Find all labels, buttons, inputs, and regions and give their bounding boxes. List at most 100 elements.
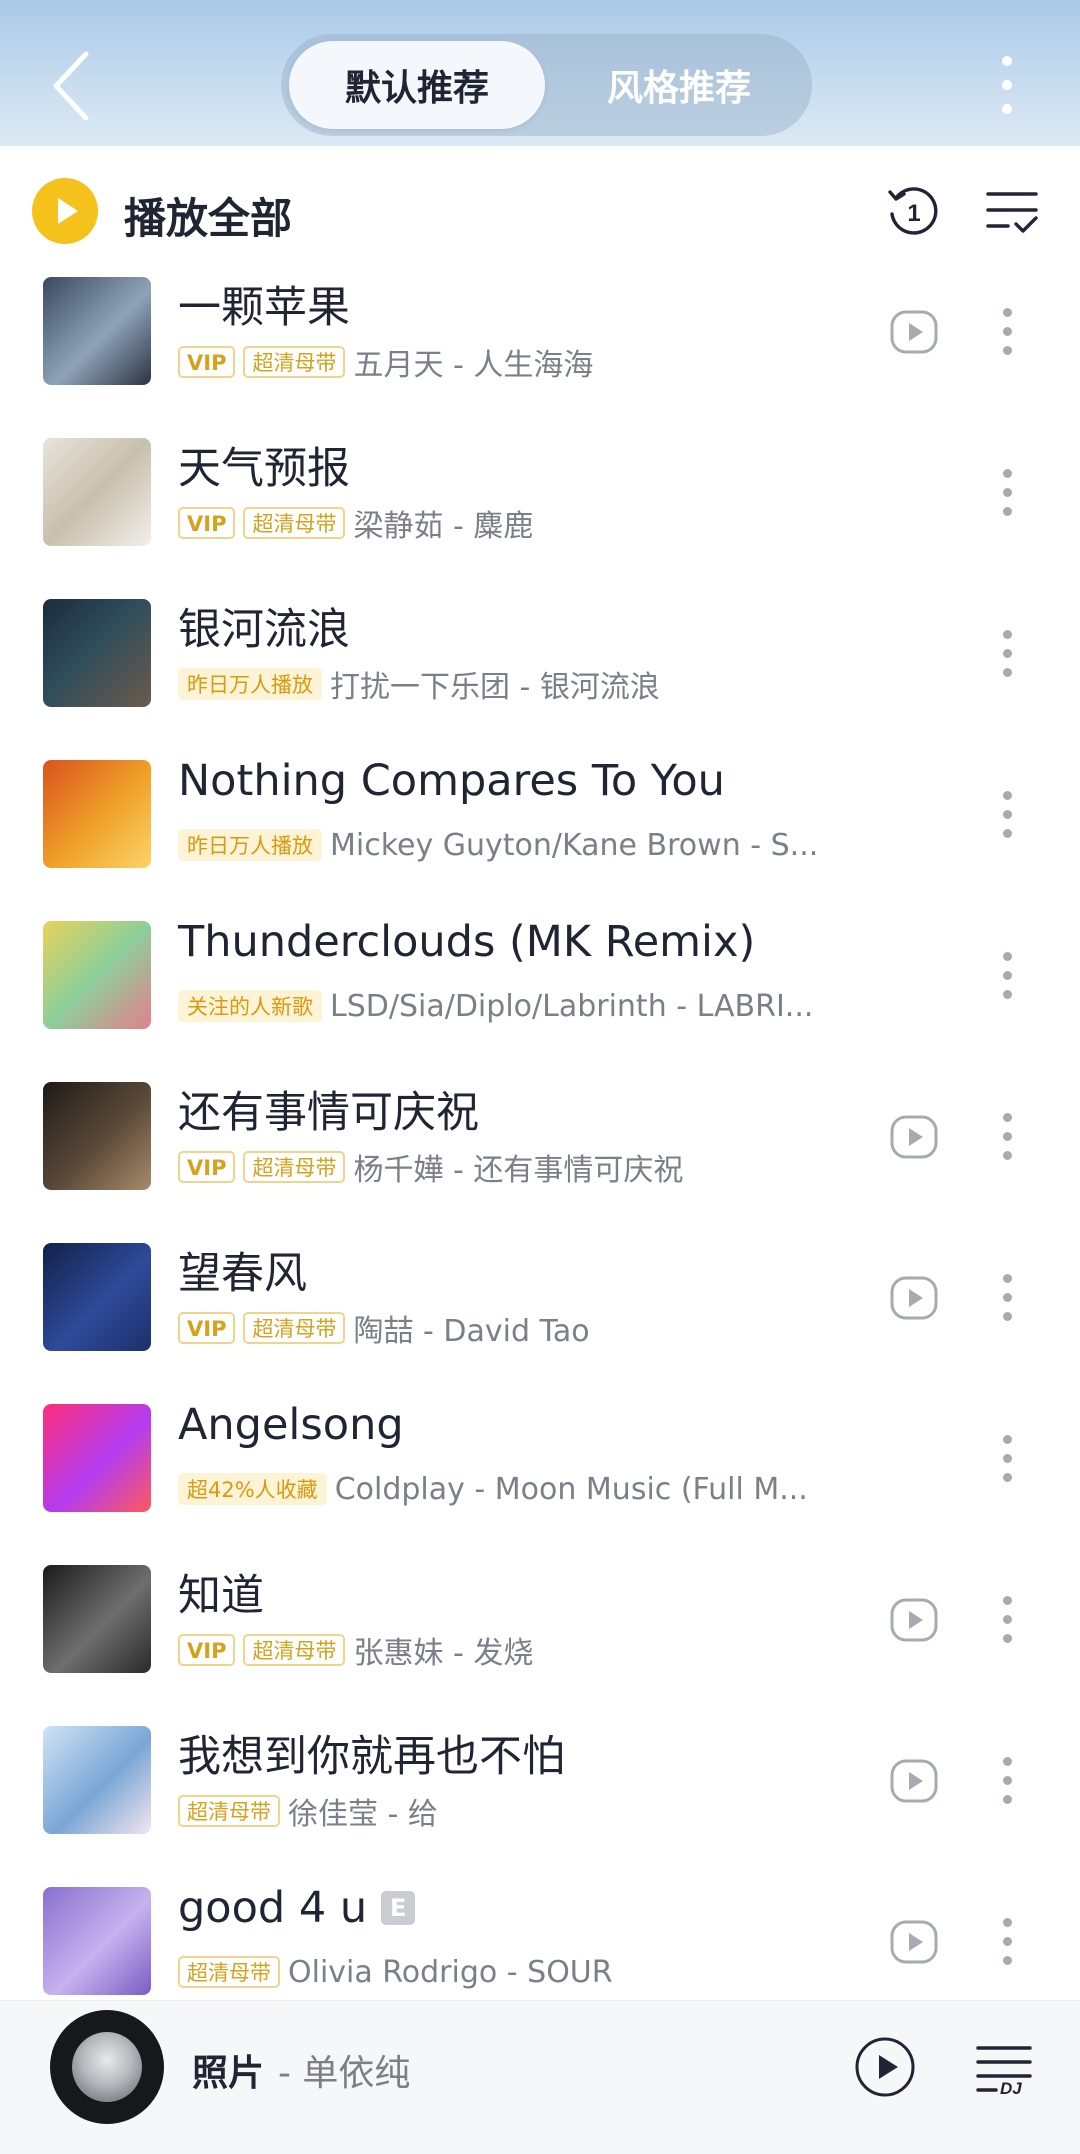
- song-title-text: 我想到你就再也不怕: [178, 1732, 565, 1782]
- recommend-mode-switch: 默认推荐 风格推荐: [281, 34, 812, 136]
- more-options-icon[interactable]: [992, 50, 1022, 120]
- song-title-text: 知道: [178, 1571, 264, 1621]
- vip-badge: VIP: [178, 1151, 236, 1183]
- album-cover: [43, 1082, 151, 1190]
- song-row[interactable]: 我想到你就再也不怕超清母带 徐佳莹 - 给: [0, 1712, 1080, 1873]
- song-title: 我想到你就再也不怕: [178, 1722, 565, 1784]
- highlight-badge: 超42%人收藏: [178, 1473, 327, 1505]
- song-meta: 昨日万人播放 Mickey Guyton/Kane Brown - S...: [178, 826, 818, 864]
- svg-text:DJ: DJ: [1000, 2079, 1022, 2094]
- song-more-icon[interactable]: [996, 304, 1020, 360]
- multi-select-icon[interactable]: [986, 188, 1038, 236]
- tab-default-recommend[interactable]: 默认推荐: [289, 41, 545, 129]
- mv-play-icon[interactable]: [890, 1113, 938, 1161]
- song-row[interactable]: 一颗苹果 VIP 超清母带 五月天 - 人生海海: [0, 263, 1080, 424]
- song-title: 一颗苹果: [178, 273, 350, 335]
- artist-album: 徐佳莹 - 给: [288, 1797, 438, 1830]
- song-more-icon[interactable]: [996, 626, 1020, 682]
- song-row[interactable]: Nothing Compares To You 昨日万人播放 Mickey Guyt…: [0, 746, 1080, 907]
- master-quality-badge: 超清母带: [178, 1956, 280, 1988]
- song-title-text: 还有事情可庆祝: [178, 1088, 479, 1138]
- song-more-icon[interactable]: [996, 787, 1020, 843]
- artist-album: 杨千嬅 - 还有事情可庆祝: [353, 1153, 684, 1186]
- album-cover: [43, 921, 151, 1029]
- master-quality-badge: 超清母带: [243, 1312, 346, 1344]
- song-more-icon[interactable]: [996, 1270, 1020, 1326]
- song-title-text: 天气预报: [178, 444, 350, 494]
- playlist-dj-icon[interactable]: DJ: [976, 2044, 1032, 2094]
- play-all-label[interactable]: 播放全部: [124, 185, 292, 246]
- album-cover: [43, 1404, 151, 1512]
- song-more-icon[interactable]: [996, 1753, 1020, 1809]
- master-quality-badge: 超清母带: [243, 507, 346, 539]
- now-playing-title: 照片: [192, 2053, 265, 2094]
- song-title-text: 银河流浪: [178, 605, 350, 655]
- song-meta: VIP 超清母带 陶喆 - David Tao: [178, 1309, 590, 1347]
- artist-album: 五月天 - 人生海海: [353, 348, 594, 381]
- song-title-text: Nothing Compares To You: [178, 756, 725, 806]
- song-row[interactable]: Thunderclouds (MK Remix) 关注的人新歌 LSD/Sia/Di…: [0, 907, 1080, 1068]
- song-row[interactable]: 天气预报 VIP 超清母带 梁静茹 - 麋鹿: [0, 424, 1080, 585]
- song-title: Nothing Compares To You: [178, 756, 725, 806]
- song-row[interactable]: 还有事情可庆祝 VIP 超清母带 杨千嬅 - 还有事情可庆祝: [0, 1068, 1080, 1229]
- song-meta: 关注的人新歌 LSD/Sia/Diplo/Labrinth - LABRI...: [178, 987, 813, 1025]
- song-row[interactable]: 知道 VIP 超清母带 张惠妹 - 发烧: [0, 1551, 1080, 1712]
- mv-play-icon[interactable]: [890, 1757, 938, 1805]
- song-title-text: 望春风: [178, 1249, 307, 1299]
- song-title-text: 一颗苹果: [178, 283, 350, 333]
- song-more-icon[interactable]: [996, 465, 1020, 521]
- song-meta: VIP 超清母带 张惠妹 - 发烧: [178, 1631, 533, 1669]
- back-arrow-icon[interactable]: [44, 48, 104, 124]
- album-cover: [43, 1565, 151, 1673]
- song-meta: 昨日万人播放 打扰一下乐团 - 银河流浪: [178, 665, 660, 703]
- song-meta: 超清母带 Olivia Rodrigo - SOUR: [178, 1953, 613, 1991]
- album-cover: [43, 1887, 151, 1995]
- now-playing-cover[interactable]: [50, 2010, 164, 2124]
- artist-album: 打扰一下乐团 - 银河流浪: [330, 670, 660, 703]
- song-title: good 4 u E: [178, 1883, 416, 1933]
- tab-style-recommend[interactable]: 风格推荐: [553, 41, 805, 129]
- album-cover: [43, 599, 151, 707]
- song-meta: VIP 超清母带 五月天 - 人生海海: [178, 343, 593, 381]
- artist-album: Coldplay - Moon Music (Full M...: [334, 1471, 808, 1507]
- highlight-badge: 昨日万人播放: [178, 668, 322, 700]
- mv-play-icon[interactable]: [890, 1274, 938, 1322]
- song-title: Angelsong: [178, 1400, 404, 1450]
- artist-album: Olivia Rodrigo - SOUR: [288, 1954, 613, 1990]
- song-row[interactable]: 望春风 VIP 超清母带 陶喆 - David Tao: [0, 1229, 1080, 1390]
- mv-play-icon[interactable]: [890, 1918, 938, 1966]
- svg-text:1: 1: [907, 200, 920, 227]
- mv-play-icon[interactable]: [890, 308, 938, 356]
- song-meta: VIP 超清母带 梁静茹 - 麋鹿: [178, 504, 533, 542]
- vip-badge: VIP: [178, 1312, 236, 1344]
- play-all-icon[interactable]: [32, 178, 98, 244]
- explicit-badge: E: [381, 1891, 416, 1925]
- album-cover: [43, 1726, 151, 1834]
- master-quality-badge: 超清母带: [243, 1151, 346, 1183]
- song-title-text: good 4 u: [178, 1883, 368, 1933]
- song-row[interactable]: 银河流浪昨日万人播放 打扰一下乐团 - 银河流浪: [0, 585, 1080, 746]
- song-more-icon[interactable]: [996, 948, 1020, 1004]
- master-quality-badge: 超清母带: [243, 346, 346, 378]
- song-more-icon[interactable]: [996, 1109, 1020, 1165]
- song-more-icon[interactable]: [996, 1431, 1020, 1487]
- vip-badge: VIP: [178, 1634, 236, 1666]
- mv-play-icon[interactable]: [890, 1596, 938, 1644]
- album-cover: [43, 438, 151, 546]
- master-quality-badge: 超清母带: [243, 1634, 346, 1666]
- song-row[interactable]: Angelsong 超42%人收藏 Coldplay - Moon Music (F…: [0, 1390, 1080, 1551]
- highlight-badge: 关注的人新歌: [178, 990, 322, 1022]
- song-title-text: Thunderclouds (MK Remix): [178, 917, 756, 967]
- single-loop-icon[interactable]: 1: [886, 184, 942, 240]
- song-title: 还有事情可庆祝: [178, 1078, 479, 1140]
- play-icon[interactable]: [854, 2036, 916, 2098]
- vip-badge: VIP: [178, 507, 236, 539]
- album-cover: [43, 760, 151, 868]
- song-more-icon[interactable]: [996, 1914, 1020, 1970]
- song-title: 银河流浪: [178, 595, 350, 657]
- artist-album: 梁静茹 - 麋鹿: [353, 509, 534, 542]
- song-meta: 超清母带 徐佳莹 - 给: [178, 1792, 438, 1830]
- song-more-icon[interactable]: [996, 1592, 1020, 1648]
- song-title: 天气预报: [178, 434, 350, 496]
- song-title-text: Angelsong: [178, 1400, 404, 1450]
